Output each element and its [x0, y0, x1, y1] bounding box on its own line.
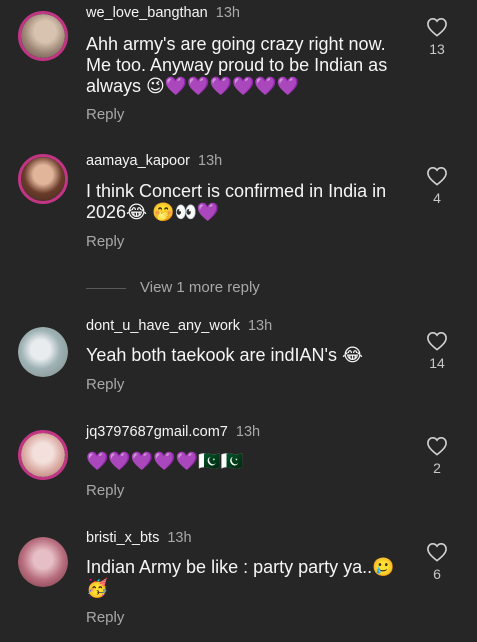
timestamp: 13h: [167, 530, 192, 546]
avatar[interactable]: [18, 430, 68, 480]
reply-button[interactable]: Reply: [86, 106, 124, 123]
comment-header: jq3797687gmail.com7 13h: [86, 424, 260, 440]
comment-text: Ahh army's are going crazy right now. Me…: [86, 34, 388, 96]
heart-outline-icon: [427, 436, 447, 456]
username[interactable]: aamaya_kapoor: [86, 153, 190, 169]
avatar[interactable]: [18, 11, 68, 61]
like-count: 13: [429, 41, 445, 57]
avatar[interactable]: [18, 327, 68, 377]
comment-header: aamaya_kapoor 13h: [86, 153, 222, 169]
reply-button[interactable]: Reply: [86, 609, 124, 626]
like-count: 14: [429, 355, 445, 371]
username[interactable]: we_love_bangthan: [86, 5, 208, 21]
comment-text: Indian Army be like : party party ya..🥲🥳: [86, 557, 395, 598]
heart-outline-icon: [427, 542, 447, 562]
username[interactable]: jq3797687gmail.com7: [86, 424, 228, 440]
heart-outline-icon: [427, 166, 447, 186]
comment-text: 💜💜💜💜💜🇵🇰🇵🇰: [86, 451, 243, 471]
comment-header: dont_u_have_any_work 13h: [86, 318, 272, 334]
comment-header: we_love_bangthan 13h: [86, 5, 240, 21]
heart-outline-icon: [427, 331, 447, 351]
like-button[interactable]: 13: [424, 17, 450, 57]
timestamp: 13h: [215, 5, 240, 21]
avatar[interactable]: [18, 154, 68, 204]
comment-text: Yeah both taekook are indIAN's 😂: [86, 345, 363, 365]
view-more-replies-button[interactable]: View 1 more reply: [86, 279, 260, 296]
like-button[interactable]: 6: [424, 542, 450, 582]
like-count: 4: [433, 190, 441, 206]
reply-button[interactable]: Reply: [86, 482, 124, 499]
comment-header: bristi_x_bts 13h: [86, 530, 192, 546]
timestamp: 13h: [235, 424, 261, 440]
like-button[interactable]: 4: [424, 166, 450, 206]
like-count: 6: [433, 566, 441, 582]
like-count: 2: [433, 460, 441, 476]
view-more-replies-label: View 1 more reply: [140, 279, 260, 296]
like-button[interactable]: 14: [424, 331, 450, 371]
username[interactable]: dont_u_have_any_work: [86, 318, 240, 334]
avatar[interactable]: [18, 537, 68, 587]
comment-text: I think Concert is confirmed in India in…: [86, 181, 387, 222]
username[interactable]: bristi_x_bts: [86, 530, 159, 546]
reply-button[interactable]: Reply: [86, 376, 124, 393]
timestamp: 13h: [247, 318, 273, 334]
timestamp: 13h: [198, 153, 223, 169]
reply-button[interactable]: Reply: [86, 233, 124, 250]
heart-outline-icon: [427, 17, 447, 37]
like-button[interactable]: 2: [424, 436, 450, 476]
divider: [86, 287, 126, 289]
